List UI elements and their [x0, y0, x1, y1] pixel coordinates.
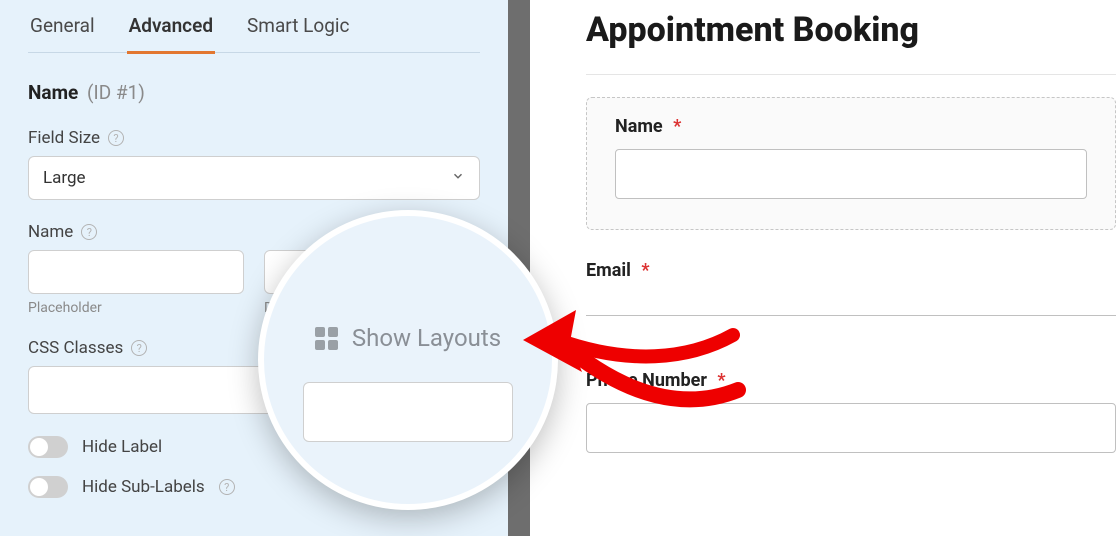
form-preview: Appointment Booking Name * Email * Phone…: [530, 0, 1116, 536]
help-icon[interactable]: ?: [219, 479, 235, 495]
preview-name-field[interactable]: Name *: [586, 97, 1116, 230]
magnified-css-input[interactable]: [303, 382, 513, 442]
help-icon[interactable]: ?: [131, 340, 147, 356]
hide-sublabels-text: Hide Sub-Labels: [82, 477, 205, 497]
hide-sublabels-toggle[interactable]: [28, 476, 68, 498]
hide-label-toggle[interactable]: [28, 436, 68, 458]
tab-advanced[interactable]: Advanced: [127, 14, 215, 54]
section-name: Name: [28, 81, 78, 104]
settings-sidebar: General Advanced Smart Logic Name (ID #1…: [0, 0, 508, 536]
preview-email-input[interactable]: [586, 315, 1116, 316]
placeholder-input[interactable]: [28, 250, 244, 294]
chevron-down-icon: [451, 168, 465, 188]
field-size-select[interactable]: Large: [28, 156, 480, 200]
field-size-block: Field Size ? Large: [28, 128, 480, 200]
hide-label-text: Hide Label: [82, 437, 162, 457]
preview-email-field[interactable]: Email *: [586, 260, 1116, 316]
preview-email-label: Email: [586, 260, 631, 281]
section-title: Name (ID #1): [28, 81, 480, 104]
help-icon[interactable]: ?: [81, 224, 97, 240]
help-icon[interactable]: ?: [108, 130, 124, 146]
preview-phone-input[interactable]: [586, 403, 1116, 453]
section-id: (ID #1): [87, 81, 145, 104]
tab-smart-logic[interactable]: Smart Logic: [245, 14, 351, 52]
show-layouts-button[interactable]: Show Layouts: [315, 324, 501, 352]
settings-tabs: General Advanced Smart Logic: [28, 0, 480, 53]
required-indicator: *: [641, 260, 649, 281]
preview-name-input[interactable]: [615, 149, 1087, 199]
placeholder-sublabel: Placeholder: [28, 300, 244, 316]
required-indicator: *: [673, 116, 681, 137]
title-divider: [586, 74, 1116, 75]
preview-phone-field[interactable]: Phone Number *: [586, 370, 1116, 453]
tab-general[interactable]: General: [28, 14, 97, 52]
preview-phone-label: Phone Number: [586, 370, 707, 391]
show-layouts-label: Show Layouts: [352, 324, 501, 352]
preview-name-label: Name: [615, 116, 663, 137]
required-indicator: *: [717, 370, 725, 391]
magnifier-callout: Show Layouts: [258, 210, 558, 510]
field-size-value: Large: [43, 168, 86, 188]
field-size-label: Field Size: [28, 128, 100, 148]
form-title: Appointment Booking: [586, 10, 1116, 50]
css-classes-label: CSS Classes: [28, 338, 123, 358]
name-label: Name: [28, 222, 73, 242]
grid-icon: [315, 327, 338, 350]
